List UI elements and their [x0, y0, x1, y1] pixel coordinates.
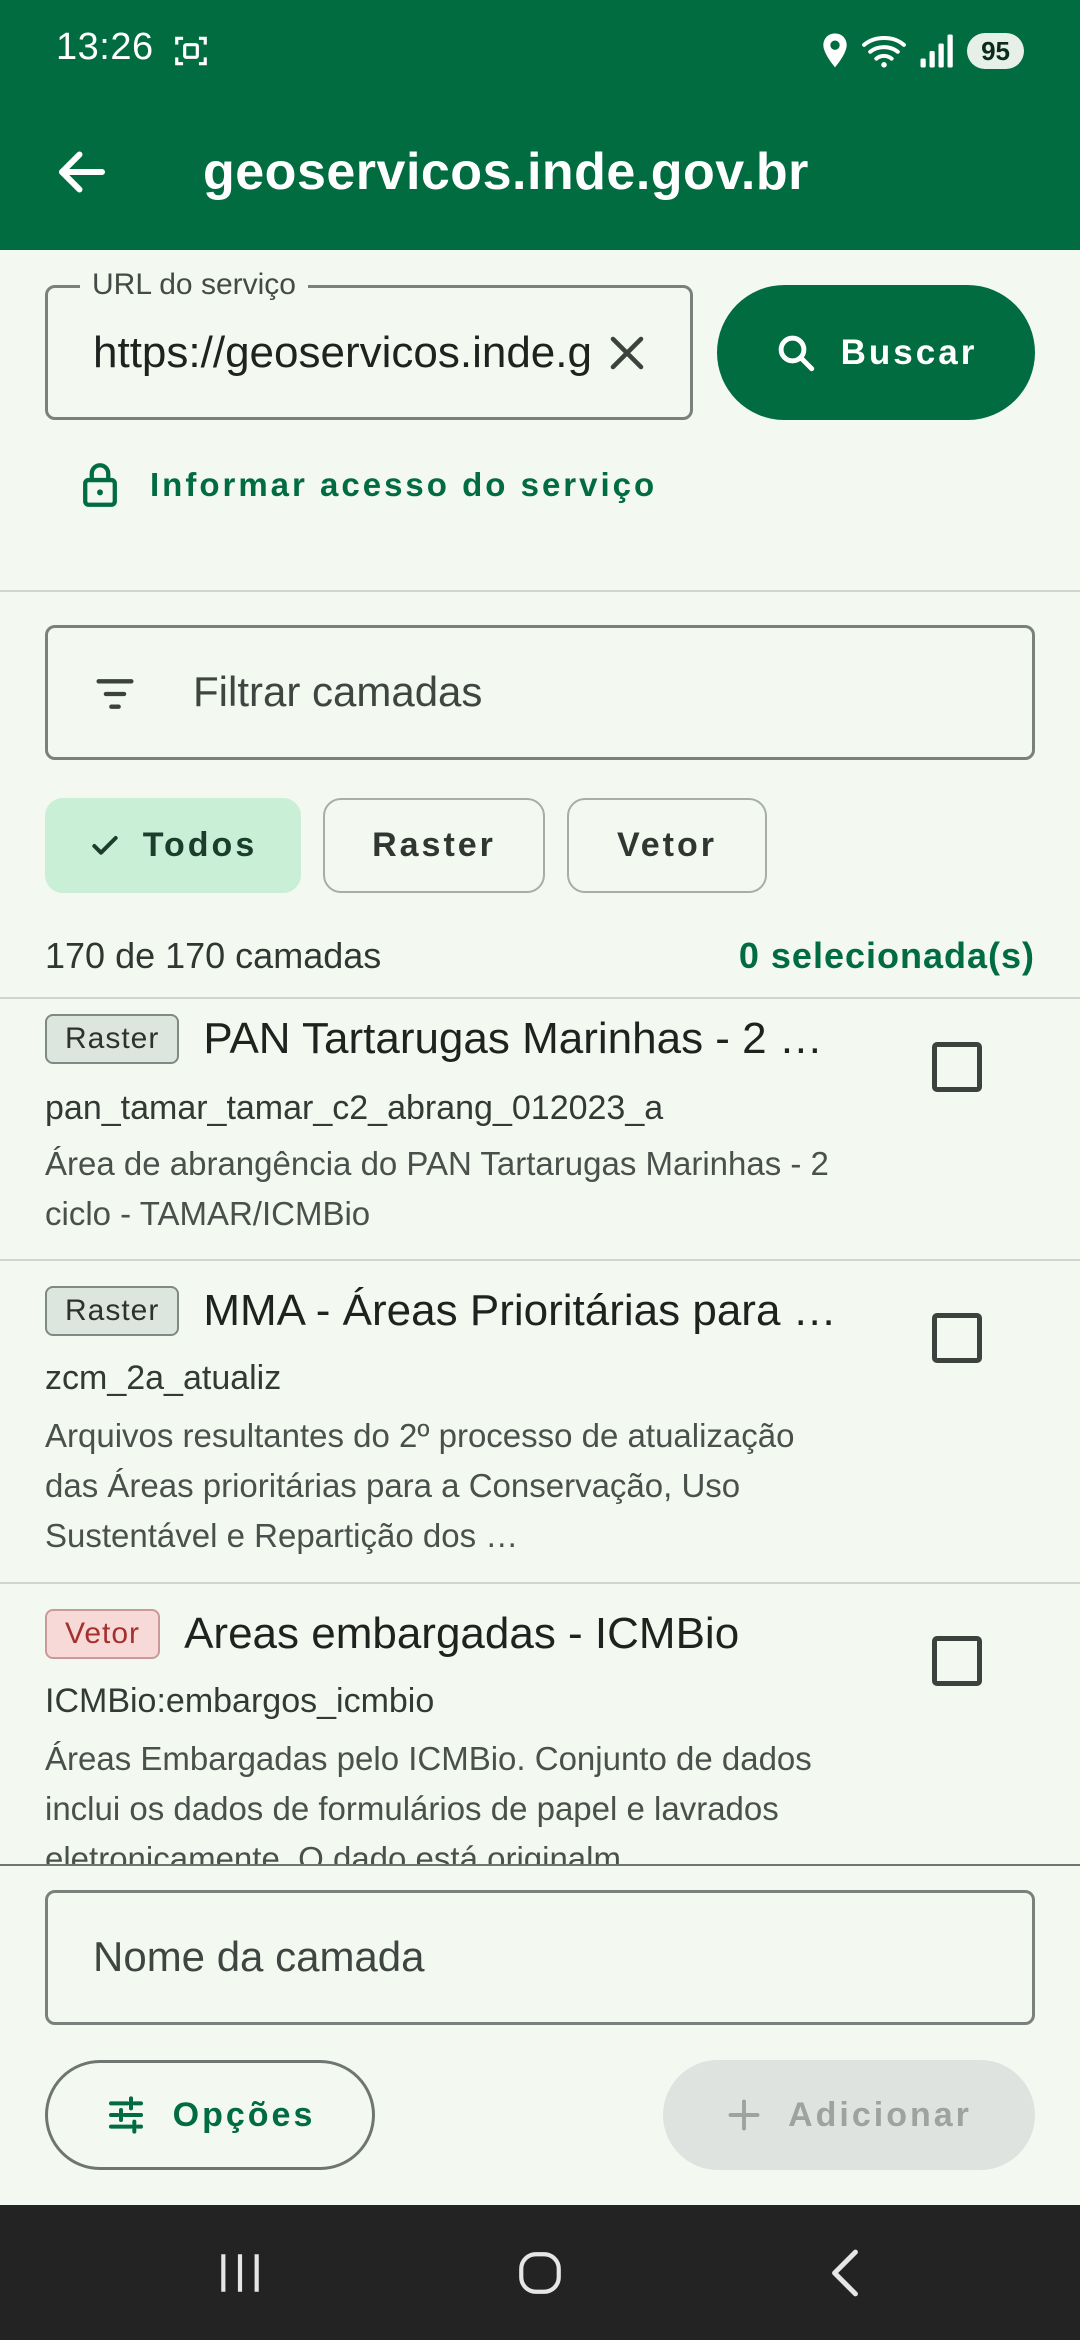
- layer-header: Vetor Areas embargadas - ICMBio: [45, 1609, 739, 1659]
- chip-raster[interactable]: Raster: [323, 798, 545, 893]
- screenshot-icon: [175, 36, 207, 66]
- signal-icon: [920, 34, 953, 68]
- layer-code: ICMBio:embargos_icmbio: [45, 1682, 435, 1720]
- page-title: geoservicos.inde.gov.br: [203, 143, 809, 201]
- check-icon: [92, 835, 118, 855]
- top-bar: 13:26 95 geoservicos.inde.gov.br: [0, 0, 1080, 250]
- search-button-label: Buscar: [840, 332, 978, 372]
- layer-name-input[interactable]: Nome da camada: [45, 1890, 1035, 2025]
- layer-count: 170 de 170 camadas: [45, 935, 382, 976]
- layer-code: zcm_2a_atualiz: [45, 1359, 282, 1397]
- plus-icon: [728, 2099, 760, 2131]
- home-button[interactable]: [450, 2205, 630, 2340]
- search-button[interactable]: Buscar: [717, 285, 1035, 420]
- layer-header: Raster MMA - Áreas Prioritárias para Con…: [45, 1286, 843, 1336]
- divider: [0, 590, 1080, 592]
- tune-icon: [108, 2096, 143, 2134]
- location-icon: [823, 33, 847, 68]
- close-icon[interactable]: [606, 332, 648, 374]
- layer-title: MMA - Áreas Prioritárias para Conservaçã…: [203, 1286, 844, 1335]
- layer-code: pan_tamar_tamar_c2_abrang_012023_a: [45, 1089, 664, 1127]
- type-filter-chips: Todos Raster Vetor: [45, 798, 767, 893]
- layer-title: PAN Tartarugas Marinhas - 2 ciclo - TAMA…: [203, 1014, 843, 1063]
- back-icon: [832, 2249, 858, 2296]
- options-button[interactable]: Opções: [45, 2060, 375, 2170]
- count-row: 170 de 170 camadas 0 selecionada(s): [45, 935, 1035, 977]
- layer-checkbox[interactable]: [932, 1636, 982, 1686]
- service-url-value[interactable]: https://geoservicos.inde.gov.br: [93, 328, 593, 378]
- status-icons: 95: [821, 28, 1024, 74]
- chip-label: Todos: [142, 826, 258, 864]
- filter-placeholder: Filtrar camadas: [193, 668, 483, 715]
- filter-layers-input[interactable]: Filtrar camadas: [45, 625, 1035, 760]
- home-icon: [519, 2251, 561, 2294]
- back-button[interactable]: [755, 2205, 935, 2340]
- layer-description: Área de abrangência do PAN Tartarugas Ma…: [45, 1145, 829, 1232]
- add-button[interactable]: Adicionar: [663, 2060, 1035, 2170]
- type-badge: Raster: [45, 1014, 180, 1064]
- status-time: 13:26: [56, 26, 154, 68]
- status-bar: 13:26 95: [0, 0, 1080, 100]
- search-icon: [778, 335, 814, 371]
- service-access-link[interactable]: Informar acesso do serviço: [80, 462, 657, 508]
- selected-count: 0 selecionada(s): [738, 935, 1035, 976]
- system-nav-bar: [0, 2205, 1080, 2340]
- filter-icon: [96, 679, 134, 709]
- arrow-left-icon[interactable]: [52, 142, 112, 202]
- layer-checkbox[interactable]: [932, 1313, 982, 1363]
- lock-icon: [83, 463, 117, 507]
- wifi-icon: [862, 35, 907, 68]
- layer-description: Áreas Embargadas pelo ICMBio. Conjunto d…: [45, 1740, 812, 1865]
- service-url-field[interactable]: URL do serviço https://geoservicos.inde.…: [45, 268, 693, 420]
- layer-checkbox[interactable]: [932, 1042, 982, 1092]
- list-item[interactable]: Raster PAN Tartarugas Marinhas - 2 ciclo…: [0, 999, 1080, 1261]
- layer-description: Arquivos resultantes do 2º processo de a…: [45, 1417, 795, 1554]
- service-url-label: URL do serviço: [80, 268, 308, 302]
- layer-name-placeholder: Nome da camada: [93, 1933, 425, 1980]
- type-badge: Vetor: [45, 1609, 161, 1659]
- chip-label: Raster: [372, 826, 496, 864]
- layer-title: Areas embargadas - ICMBio: [184, 1609, 740, 1658]
- list-item[interactable]: Vetor Areas embargadas - ICMBio ICMBio:e…: [0, 1584, 1080, 1865]
- options-button-label: Opções: [172, 2095, 316, 2134]
- battery-level: 95: [967, 33, 1024, 69]
- chip-label: Vetor: [616, 826, 718, 864]
- recent-apps-icon: [221, 2253, 259, 2292]
- type-badge: Raster: [45, 1286, 180, 1336]
- service-access-label: Informar acesso do serviço: [150, 466, 658, 503]
- layer-list[interactable]: Raster PAN Tartarugas Marinhas - 2 ciclo…: [0, 997, 1080, 1865]
- divider: [0, 1864, 1080, 1866]
- add-button-label: Adicionar: [788, 2095, 972, 2134]
- recent-apps-button[interactable]: [150, 2205, 330, 2340]
- app-bar: geoservicos.inde.gov.br: [0, 120, 1080, 230]
- list-item[interactable]: Raster MMA - Áreas Prioritárias para Con…: [0, 1261, 1080, 1584]
- chip-vetor[interactable]: Vetor: [567, 798, 767, 893]
- chip-todos[interactable]: Todos: [45, 798, 301, 893]
- layer-header: Raster PAN Tartarugas Marinhas - 2 ciclo…: [45, 1014, 843, 1064]
